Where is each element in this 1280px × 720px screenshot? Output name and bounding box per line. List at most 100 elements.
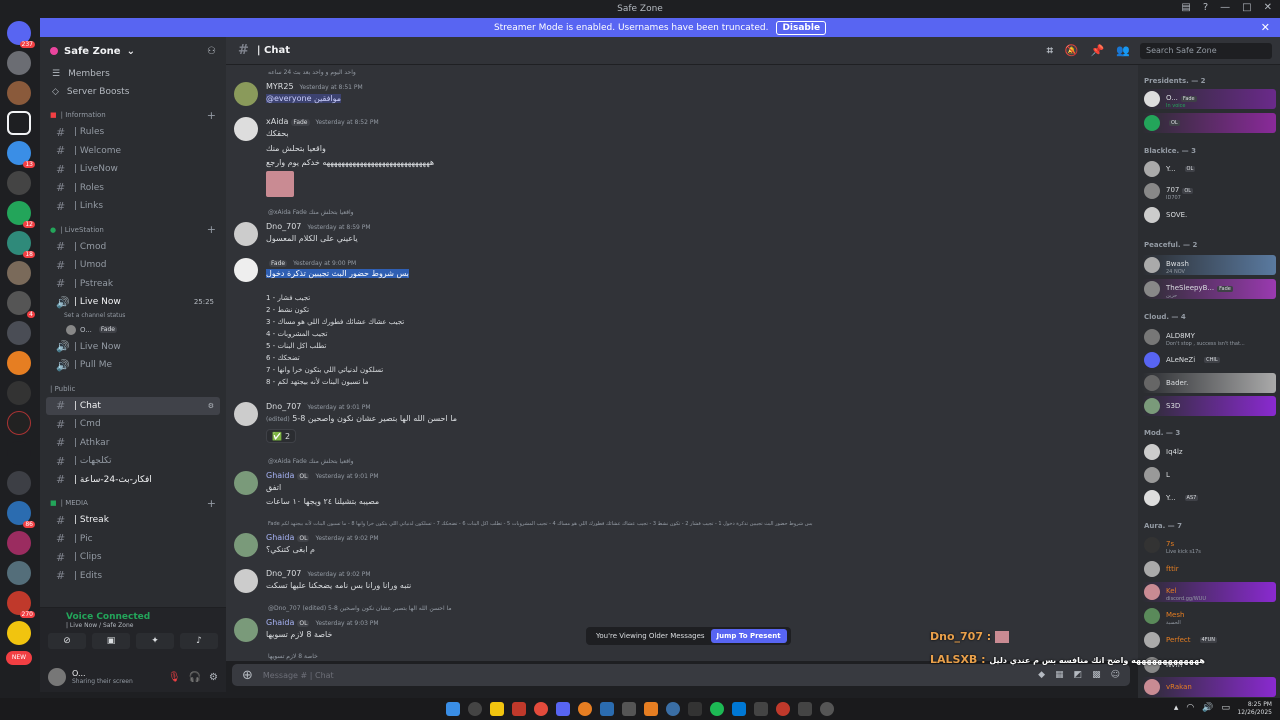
server-icon[interactable] [7,171,31,195]
member-item[interactable]: vRakan [1142,677,1276,697]
reply-preview[interactable]: @Dno_707 (edited) 5-8 ما احسن الله الها … [268,605,452,612]
tray-icon[interactable]: ▴ [1174,703,1179,713]
message-author[interactable]: Dno_707 Yesterday at 9:01 PM [266,402,371,411]
discord-icon[interactable] [556,702,570,716]
jump-to-present-button[interactable]: Jump To Present [710,629,787,643]
add-channel-icon[interactable]: + [207,223,216,236]
avatar[interactable] [234,402,258,426]
avatar[interactable] [234,258,258,282]
server-icon[interactable] [7,411,31,435]
channel-rules[interactable]: # | Rules [46,123,220,142]
message-input[interactable]: ⊕ Message # | Chat ◆ ▦ ◩ ▩ ☺ [232,664,1130,686]
steam-icon[interactable] [600,702,614,716]
channel-welcome[interactable]: # | Welcome [46,142,220,161]
channel-roles[interactable]: # | Roles [46,179,220,198]
volume-icon[interactable]: 🔊 [1202,703,1213,713]
member-item[interactable]: Kel discord.gg/WUU [1142,582,1276,602]
server-icon[interactable] [7,261,31,285]
reply-preview[interactable]: خاصة 8 لازم تسويها [268,653,318,660]
app-icon[interactable] [754,702,768,716]
search-icon[interactable] [468,702,482,716]
channel-cmod[interactable]: # | Cmod [46,238,220,257]
camera-off-icon[interactable]: ⊘ [48,633,86,649]
reply-preview[interactable]: @xAida Fade واقعيا بتحلش منك [268,209,354,216]
category-media[interactable]: ■ | MEDIA + [40,495,226,511]
headphones-icon[interactable]: 🎧 [189,672,201,683]
channel-umod[interactable]: # | Umod [46,256,220,275]
channel-athkar[interactable]: # | Athkar [46,434,220,453]
member-item[interactable]: Y... OL [1142,159,1276,179]
reply-preview[interactable]: واحد اليوم و واحد بعد بث 24 ساعه [268,69,356,76]
channel-links[interactable]: # | Links [46,197,220,216]
voice-channel-pullme[interactable]: 🔊 | Pull Me [46,356,220,375]
member-item[interactable]: S3D [1142,396,1276,416]
channel-pic[interactable]: # | Pic [46,530,220,549]
voice-connected-title[interactable]: Voice Connected [40,608,226,622]
windows-start-icon[interactable] [446,702,460,716]
avatar[interactable] [234,222,258,246]
notifications-off-icon[interactable]: 🔕 [1065,44,1079,58]
channel-edits[interactable]: # | Edits [46,567,220,586]
category-information[interactable]: ■ | Information + [40,107,226,123]
channel-streak[interactable]: # | Streak [46,511,220,530]
app-icon[interactable] [666,702,680,716]
server-icon[interactable]: 270 [7,591,35,618]
gif-icon[interactable]: ▦ [1055,670,1064,680]
app-icon[interactable] [644,702,658,716]
channel-afkar[interactable]: # | افكار-بث-24-ساعة [46,471,220,490]
app-icon[interactable] [798,702,812,716]
add-channel-icon[interactable]: + [207,109,216,122]
user-info[interactable]: O... Sharing their screen [72,669,133,685]
server-icon[interactable] [7,81,31,105]
screenshare-icon[interactable]: ▣ [92,633,130,649]
activities-icon[interactable]: ✦ [136,633,174,649]
server-icon[interactable]: 237 [7,21,35,48]
clock[interactable]: 8:25 PM 12/26/2025 [1237,701,1272,717]
threads-icon[interactable]: ⌗ [1047,44,1053,58]
server-icon[interactable] [7,531,31,555]
minimize-icon[interactable]: — [1220,2,1230,13]
message-author[interactable]: MYR25 Yesterday at 8:51 PM [266,82,363,91]
avatar[interactable] [234,471,258,495]
member-item[interactable]: fttir [1142,559,1276,579]
server-icon[interactable] [7,111,31,135]
member-item[interactable]: ALD8MY Don't stop , success isn't that... [1142,327,1276,347]
server-icon[interactable] [7,621,31,645]
reply-preview[interactable]: Fade بس شروط حضور البث تجيبين تذكرة دخول… [268,521,812,527]
server-icon[interactable] [7,381,31,405]
server-icon[interactable]: 12 [7,201,35,228]
add-member-icon[interactable]: ⚇ [207,46,216,57]
mute-icon[interactable]: 🎙 [168,672,181,683]
reply-preview[interactable]: @xAida Fade واقعيا بتحلش منك [268,458,354,465]
channel-cmd[interactable]: # | Cmd [46,415,220,434]
settings-icon[interactable]: ⚙ [208,402,214,410]
server-icon[interactable] [7,471,31,495]
message-author[interactable]: Ghaida OL Yesterday at 9:01 PM [266,471,379,480]
mention-text[interactable]: @everyone موافقين [266,94,342,103]
member-item[interactable]: 7s Live kick s17s [1142,535,1276,555]
sticker-icon[interactable]: ◩ [1074,670,1083,680]
voice-connected-sub[interactable]: | Live Now / Safe Zone [40,622,226,629]
add-attachment-icon[interactable]: ⊕ [242,668,253,683]
member-item[interactable]: Bwash 24 NOV [1142,255,1276,275]
channel-status[interactable]: Set a channel status [40,312,226,322]
app-icon[interactable] [512,702,526,716]
maximize-icon[interactable]: □ [1242,2,1251,13]
pin-icon[interactable]: 📌 [1091,44,1105,58]
avatar[interactable] [234,82,258,106]
voice-channel-livenow[interactable]: 🔊 | Live Now 25:25 [46,293,220,312]
avatar[interactable] [234,533,258,557]
spotify-icon[interactable] [710,702,724,716]
member-item[interactable]: SOVE. [1142,205,1276,225]
server-icon[interactable] [7,441,31,465]
wifi-icon[interactable]: ◠ [1186,703,1194,713]
gear-icon[interactable]: ⚙ [209,672,218,683]
channel-chat[interactable]: # | Chat ⚙ [46,396,220,415]
server-icon[interactable] [7,51,31,75]
member-item[interactable]: Mesh الحسبة [1142,606,1276,626]
server-icon[interactable]: 4 [7,291,35,318]
member-item[interactable]: Y... AS7 [1142,488,1276,508]
server-icon[interactable] [7,351,31,375]
category-public[interactable]: | Public [40,381,226,397]
server-icon[interactable] [7,561,31,585]
